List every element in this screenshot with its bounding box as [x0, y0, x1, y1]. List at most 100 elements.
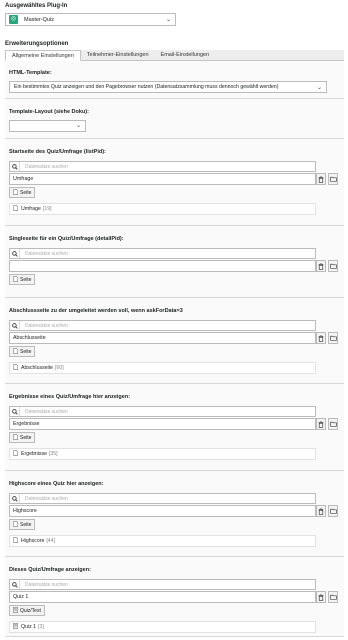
record-item[interactable]: Abschlusseite [60]: [9, 362, 316, 374]
folder-icon[interactable]: [328, 505, 338, 517]
search-placeholder: Datensätze suchen: [25, 250, 68, 257]
page-icon: [13, 450, 21, 458]
quiz-icon: [13, 623, 21, 631]
plugin-select-label: Master-Quiz: [24, 16, 54, 23]
selected-records[interactable]: Highscore: [9, 505, 316, 517]
search-placeholder: Datensätze suchen: [25, 408, 68, 415]
page-icon: [13, 347, 20, 356]
type-button-label: Quiz/Test: [20, 607, 41, 614]
record-item-title: Umfrage: [21, 206, 41, 212]
trash-icon[interactable]: [316, 591, 326, 603]
tab-participants[interactable]: Teilnehmer-Einstellungen: [81, 50, 155, 61]
search-icon: [10, 249, 20, 258]
record-item-title: Abschlusseite: [21, 365, 54, 371]
search-icon: [10, 407, 20, 416]
type-button-label: Seite: [20, 189, 32, 196]
record-search[interactable]: Datensätze suchen: [9, 579, 316, 590]
search-placeholder: Datensätze suchen: [25, 495, 68, 502]
trash-icon[interactable]: [316, 418, 326, 430]
record-item-title: Highscore: [21, 538, 45, 544]
page-icon: [13, 364, 21, 372]
page-icon: [13, 205, 21, 213]
record-item-title: Ergebnisse: [21, 451, 47, 457]
template-layout-select[interactable]: ⌄: [9, 120, 86, 132]
relation-label: Dieses Quiz/Umfrage anzeigen:: [9, 567, 91, 573]
relation-section: Singleseite für ein Quiz/Umfrage (detail…: [5, 226, 344, 298]
search-icon: [10, 162, 20, 171]
selected-records[interactable]: Ergebnisse: [9, 418, 316, 430]
folder-icon[interactable]: [328, 332, 338, 344]
page-icon: [13, 520, 20, 529]
extension-options-title: Erweiterungsoptionen: [5, 41, 69, 47]
type-button-label: Seite: [20, 521, 32, 528]
quiz-icon: [13, 606, 20, 615]
folder-icon[interactable]: [328, 260, 338, 272]
quiz-type-button[interactable]: Quiz/Test: [9, 605, 45, 616]
record-search[interactable]: Datensätze suchen: [9, 320, 316, 331]
relation-label: Highscore eines Quiz hier anzeigen:: [9, 481, 104, 487]
record-search[interactable]: Datensätze suchen: [9, 406, 316, 417]
page-type-button[interactable]: Seite: [9, 274, 36, 285]
relation-label: Ergebnisse eines Quiz/Umfrage hier anzei…: [9, 394, 131, 400]
plugin-icon: ◎: [9, 15, 18, 24]
template-layout-label: Template-Layout (siehe Doku):: [9, 109, 89, 115]
folder-icon[interactable]: [328, 173, 338, 185]
chevron-down-icon: ⌄: [316, 85, 322, 91]
relation-label: Startseite des Quiz/Umfrage (listPid):: [9, 149, 106, 155]
html-template-value: Ein bestimmtes Quiz anzeigen und den Pag…: [14, 84, 279, 90]
record-item-uid: [60]: [55, 365, 64, 371]
selected-records[interactable]: Umfrage: [9, 173, 316, 185]
record-search[interactable]: Datensätze suchen: [9, 161, 316, 172]
relation-section: Dieses Quiz/Umfrage anzeigen: Datensätze…: [5, 557, 344, 637]
search-placeholder: Datensätze suchen: [25, 581, 68, 588]
tab-general[interactable]: Allgemeine Einstellungen: [5, 50, 81, 61]
record-item-uid: [44]: [46, 538, 56, 544]
template-layout-section: Template-Layout (siehe Doku): ⌄: [5, 99, 344, 139]
trash-icon[interactable]: [316, 332, 326, 344]
search-placeholder: Datensätze suchen: [25, 322, 68, 329]
plugin-select[interactable]: ◎ Master-Quiz ⌄: [5, 13, 176, 26]
tab-email[interactable]: Email-Einstellungen: [155, 50, 216, 61]
relation-section: Abschlussseite zu der umgeleitet werden …: [5, 298, 344, 384]
relation-label: Abschlussseite zu der umgeleitet werden …: [9, 308, 183, 314]
chevron-down-icon: ⌄: [75, 123, 81, 129]
page-type-button[interactable]: Seite: [9, 519, 36, 530]
search-icon: [10, 321, 20, 330]
record-item-uid: [35]: [48, 451, 58, 457]
chevron-down-icon: ⌄: [165, 17, 171, 23]
html-template-label: HTML-Template:: [9, 70, 52, 76]
page-icon: [13, 188, 20, 197]
record-item[interactable]: Quiz 1 [3]: [9, 621, 316, 633]
type-button-label: Seite: [20, 434, 32, 441]
page-icon: [13, 537, 21, 545]
page-type-button[interactable]: Seite: [9, 346, 36, 357]
record-item-uid: [3]: [38, 624, 44, 630]
trash-icon[interactable]: [316, 505, 326, 517]
page-type-button[interactable]: Seite: [9, 187, 36, 198]
record-search[interactable]: Datensätze suchen: [9, 493, 316, 504]
folder-icon[interactable]: [328, 591, 338, 603]
folder-icon[interactable]: [328, 418, 338, 430]
relation-label: Singleseite für ein Quiz/Umfrage (detail…: [9, 236, 124, 242]
html-template-select[interactable]: Ein bestimmtes Quiz anzeigen und den Pag…: [9, 81, 327, 93]
search-icon: [10, 580, 20, 589]
page-icon: [13, 275, 20, 284]
relation-section: Ergebnisse eines Quiz/Umfrage hier anzei…: [5, 384, 344, 471]
trash-icon[interactable]: [316, 260, 326, 272]
trash-icon[interactable]: [316, 173, 326, 185]
selected-records[interactable]: Abschlusseite: [9, 332, 316, 344]
record-item[interactable]: Umfrage [19]: [9, 203, 316, 215]
tabs: Allgemeine Einstellungen Teilnehmer-Eins…: [5, 50, 344, 61]
type-button-label: Seite: [20, 276, 32, 283]
record-item[interactable]: Highscore [44]: [9, 535, 316, 547]
record-item[interactable]: Ergebnisse [35]: [9, 448, 316, 460]
selected-records[interactable]: [9, 260, 316, 272]
page-icon: [13, 433, 20, 442]
record-item-uid: [19]: [42, 206, 52, 212]
record-search[interactable]: Datensätze suchen: [9, 248, 316, 259]
type-button-label: Seite: [20, 348, 32, 355]
search-icon: [10, 494, 20, 503]
record-item-title: Quiz 1: [21, 624, 36, 630]
page-type-button[interactable]: Seite: [9, 432, 36, 443]
selected-records[interactable]: Quiz 1: [9, 591, 316, 603]
